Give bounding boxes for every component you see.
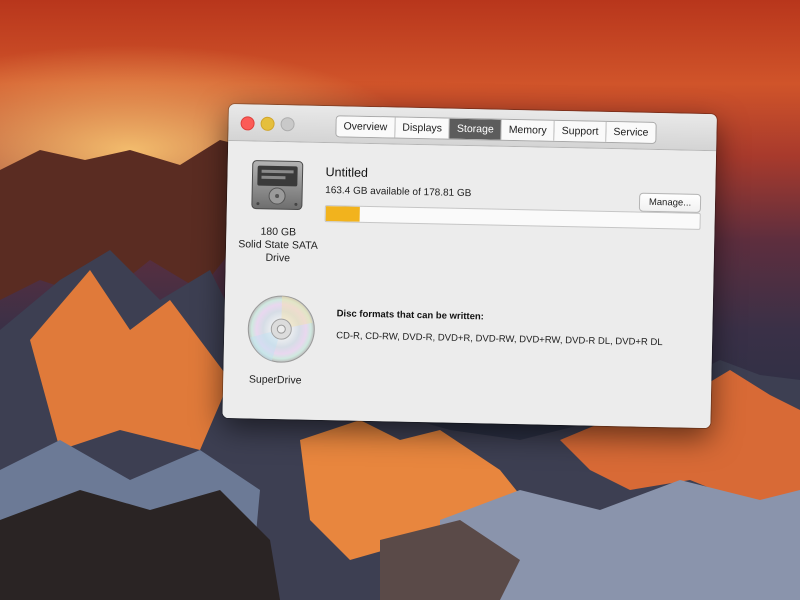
drive-type-suffix: Drive: [265, 251, 291, 265]
storage-used-segment: [325, 206, 360, 222]
about-this-mac-window: Overview Displays Storage Memory Support…: [222, 104, 717, 429]
disc-formats-list: CD-R, CD-RW, DVD-R, DVD+R, DVD-RW, DVD+R…: [336, 330, 663, 349]
tab-bar: Overview Displays Storage Memory Support…: [335, 115, 657, 144]
hard-drive-icon: [251, 160, 304, 210]
volume-name: Untitled: [325, 165, 369, 180]
superdrive-label: SuperDrive: [248, 373, 302, 387]
close-icon[interactable]: [240, 116, 255, 131]
tab-service[interactable]: Service: [606, 121, 656, 143]
tab-storage[interactable]: Storage: [449, 118, 502, 140]
drive-type: Solid State SATA: [238, 238, 318, 252]
manage-button[interactable]: Manage...: [638, 192, 702, 213]
optical-disc-icon: [247, 295, 315, 363]
available-space-text: 163.4 GB available of 178.81 GB: [325, 185, 472, 200]
minimize-icon[interactable]: [260, 116, 275, 131]
storage-panel: 180 GB Solid State SATA Drive Untitled 1…: [222, 140, 717, 429]
tab-overview[interactable]: Overview: [336, 116, 396, 138]
tab-support[interactable]: Support: [554, 120, 607, 142]
tab-displays[interactable]: Displays: [395, 117, 451, 139]
disc-formats-heading: Disc formats that can be written:: [336, 308, 484, 323]
zoom-icon[interactable]: [280, 117, 295, 132]
drive-description: 180 GB Solid State SATA Drive: [226, 225, 331, 266]
tab-memory[interactable]: Memory: [501, 119, 555, 141]
